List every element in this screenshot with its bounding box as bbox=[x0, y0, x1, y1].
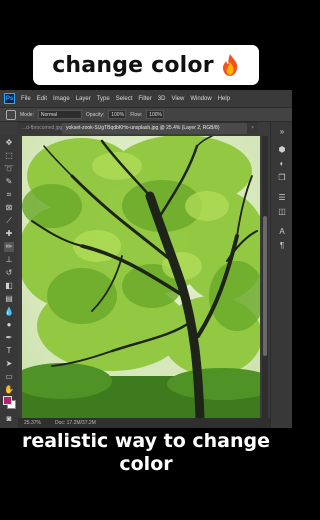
scrollbar-thumb[interactable] bbox=[263, 216, 267, 356]
adjustments-icon[interactable]: ◐ bbox=[277, 158, 287, 168]
photoshop-window: Ps File Edit Image Layer Type Select Fil… bbox=[0, 90, 292, 428]
rectangle-tool-icon[interactable]: ▭ bbox=[4, 372, 14, 382]
menu-bar: Ps File Edit Image Layer Type Select Fil… bbox=[0, 90, 292, 107]
history-brush-icon[interactable]: ↺ bbox=[4, 268, 14, 278]
tab-active[interactable]: yokset-zook-SUgTBqdbKHo-unsplash.jpg @ 2… bbox=[62, 123, 248, 134]
properties-icon[interactable]: ☰ bbox=[277, 192, 287, 202]
vertical-scrollbar[interactable] bbox=[262, 136, 268, 418]
foreground-color-swatch[interactable] bbox=[3, 396, 12, 405]
tab-overflow-icon[interactable]: » bbox=[277, 126, 287, 136]
lasso-tool-icon[interactable]: ➰ bbox=[4, 164, 14, 174]
mode-label: Mode: bbox=[20, 111, 34, 118]
menu-image[interactable]: Image bbox=[53, 96, 70, 102]
caption-line-2: color bbox=[119, 453, 173, 475]
tools-panel: ✥ ⬚ ➰ ✎ ⌗ ⊠ ⟋ ✚ ✏ ⊥ ↺ ◧ ▤ 💧 ● ✒ T ➤ ▭ ✋ … bbox=[0, 134, 18, 428]
status-bar: 25.37% Doc: 17.2M/37.2M bbox=[18, 418, 270, 428]
title-text: change color bbox=[52, 52, 214, 78]
3d-cube-icon[interactable]: ⬢ bbox=[277, 144, 287, 154]
caption-line-1: realistic way to change bbox=[21, 430, 271, 452]
document-size: Doc: 17.2M/37.2M bbox=[54, 420, 96, 426]
frame-tool-icon[interactable]: ⊠ bbox=[4, 203, 14, 213]
fire-icon bbox=[222, 54, 237, 76]
menu-3d[interactable]: 3D bbox=[158, 96, 166, 102]
flow-label: Flow: bbox=[130, 111, 143, 118]
paragraph-icon[interactable]: ¶ bbox=[277, 240, 287, 250]
tree-photo bbox=[22, 136, 260, 418]
quick-mask-icon[interactable]: ◙ bbox=[4, 414, 14, 424]
canvas-image[interactable] bbox=[22, 136, 260, 418]
options-bar: Mode: Normal Opacity: 100% Flow: 100% bbox=[0, 107, 292, 122]
zoom-level[interactable]: 25.37% bbox=[24, 420, 41, 426]
character-icon[interactable]: A bbox=[277, 226, 287, 236]
caption: realistic way to change color bbox=[0, 430, 292, 476]
menu-help[interactable]: Help bbox=[218, 96, 230, 102]
close-icon[interactable]: × bbox=[247, 123, 258, 134]
photoshop-logo: Ps bbox=[4, 93, 15, 104]
move-tool-icon[interactable]: ✥ bbox=[4, 138, 14, 148]
path-select-icon[interactable]: ➤ bbox=[4, 359, 14, 369]
menu-filter[interactable]: Filter bbox=[138, 96, 151, 102]
right-panels: » ⬢ ◐ ❒ ☰ ◫ A ¶ bbox=[270, 122, 292, 428]
brush-preset-icon[interactable] bbox=[6, 109, 16, 120]
pen-tool-icon[interactable]: ✒ bbox=[4, 333, 14, 343]
flow-field[interactable]: 100% bbox=[146, 110, 165, 119]
dodge-tool-icon[interactable]: ● bbox=[4, 320, 14, 330]
blur-tool-icon[interactable]: 💧 bbox=[4, 307, 14, 317]
menu-window[interactable]: Window bbox=[190, 96, 211, 102]
menu-edit[interactable]: Edit bbox=[37, 96, 47, 102]
document-tabs: ...d-fbrocomnd.jpg yokset-zook-SUgTBqdbK… bbox=[18, 122, 258, 134]
eraser-icon[interactable]: ◧ bbox=[4, 281, 14, 291]
quick-select-icon[interactable]: ✎ bbox=[4, 177, 14, 187]
menu-file[interactable]: File bbox=[21, 96, 31, 102]
menu-type[interactable]: Type bbox=[97, 96, 110, 102]
tab-inactive[interactable]: ...d-fbrocomnd.jpg bbox=[18, 123, 62, 134]
clone-stamp-icon[interactable]: ⊥ bbox=[4, 255, 14, 265]
crop-tool-icon[interactable]: ⌗ bbox=[4, 190, 14, 200]
layers-icon[interactable]: ❒ bbox=[277, 172, 287, 182]
opacity-label: Opacity: bbox=[85, 111, 105, 118]
healing-brush-icon[interactable]: ✚ bbox=[4, 229, 14, 239]
mode-select[interactable]: Normal bbox=[37, 110, 82, 119]
brush-tool-icon[interactable]: ✏ bbox=[4, 242, 14, 252]
title-banner: change color bbox=[33, 45, 259, 85]
menu-layer[interactable]: Layer bbox=[76, 96, 91, 102]
eyedropper-icon[interactable]: ⟋ bbox=[4, 216, 14, 226]
hand-tool-icon[interactable]: ✋ bbox=[4, 385, 14, 395]
type-tool-icon[interactable]: T bbox=[4, 346, 14, 356]
menu-select[interactable]: Select bbox=[116, 96, 133, 102]
gradient-icon[interactable]: ▤ bbox=[4, 294, 14, 304]
channels-icon[interactable]: ◫ bbox=[277, 206, 287, 216]
opacity-field[interactable]: 100% bbox=[108, 110, 127, 119]
menu-view[interactable]: View bbox=[171, 96, 184, 102]
marquee-tool-icon[interactable]: ⬚ bbox=[4, 151, 14, 161]
